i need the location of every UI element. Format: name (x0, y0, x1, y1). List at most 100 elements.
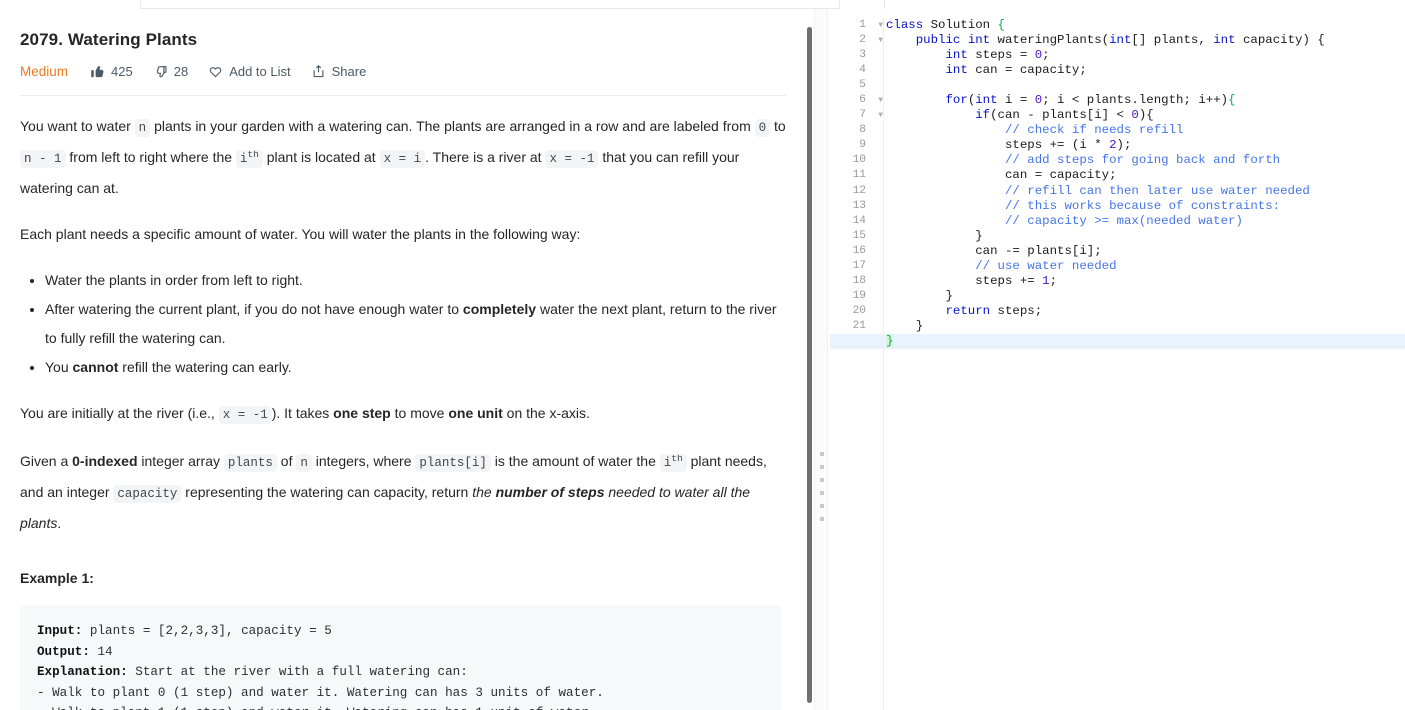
code-token: steps += (886, 273, 1043, 288)
line-number: 12 (852, 184, 866, 197)
code-line[interactable]: // check if needs refill (886, 123, 1405, 138)
code-line[interactable]: can -= plants[i]; (886, 244, 1405, 259)
panel-splitter[interactable] (814, 9, 828, 710)
like-button[interactable]: 425 (90, 64, 133, 79)
p4-text-5: is the amount of water the (490, 453, 660, 469)
bullet-1-text: Water the plants in order from left to r… (45, 272, 303, 288)
code-token: if (975, 108, 991, 123)
code-line[interactable]: for(int i = 0; i < plants.length; i++){ (886, 93, 1405, 108)
line-number: 13 (852, 199, 866, 212)
p4-code-1: plants (223, 454, 277, 472)
code-token: int (975, 93, 998, 108)
share-label: Share (331, 63, 367, 79)
statement-paragraph-2: Each plant needs a specific amount of wa… (20, 226, 581, 242)
code-token: // use water needed (975, 258, 1117, 273)
code-token: steps; (990, 303, 1043, 318)
p4-code-5: capacity (113, 485, 182, 503)
code-line[interactable]: if(can - plants[i] < 0){ (886, 108, 1405, 123)
code-line[interactable]: } (886, 229, 1405, 244)
code-token: } (886, 333, 894, 348)
line-number-gutter: 1▼2▼3456▼7▼8910111213141516171819202122 (830, 18, 883, 349)
code-line[interactable]: public int wateringPlants(int[] plants, … (886, 33, 1405, 48)
p1-code-4-sup: th (247, 148, 259, 160)
code-token: Solution (923, 18, 998, 32)
code-line[interactable]: ​ (886, 78, 1405, 93)
bullet-3-text-2: refill the watering can early. (118, 359, 292, 375)
code-line[interactable]: steps += (i * 2); (886, 138, 1405, 153)
line-number: 7 ▼ (830, 108, 883, 123)
code-token: class (886, 18, 924, 32)
code-token: can - plants[i] < (997, 108, 1132, 123)
p1-code-4: ith (235, 148, 263, 168)
code-line[interactable]: steps += 1; (886, 274, 1405, 289)
code-line[interactable]: } (886, 319, 1405, 334)
line-number: 4 (859, 64, 866, 77)
statement-paragraph-3: You are initially at the river (i.e., x … (20, 399, 790, 430)
code-line[interactable]: int can = capacity; (886, 63, 1405, 78)
code-token: { (1228, 93, 1236, 108)
p1-code-1: n (134, 119, 151, 137)
p3-text-4: on the x-axis. (502, 405, 590, 421)
tab-strip (0, 0, 1405, 9)
bullet-3-text-1: You (45, 359, 73, 375)
p4-text-8: . (57, 515, 62, 531)
add-to-list-button[interactable]: Add to List (208, 64, 291, 79)
dislike-button[interactable]: 28 (153, 64, 188, 79)
statement-paragraph-1: You want to water n plants in your garde… (20, 112, 790, 203)
code-line[interactable]: can = capacity; (886, 168, 1405, 183)
splitter-drag-handle[interactable] (820, 452, 824, 530)
p1-text-3: to (770, 118, 786, 134)
line-number: 6 ▼ (830, 93, 883, 108)
code-token: for (945, 93, 968, 108)
example-line-text: 14 (89, 644, 113, 659)
example-line-label: Explanation: (37, 665, 128, 680)
code-line[interactable]: // use water needed (886, 259, 1405, 274)
code-content[interactable]: class Solution { public int wateringPlan… (830, 18, 1405, 350)
code-token: { (997, 18, 1005, 32)
line-number: 10 (852, 154, 866, 167)
problem-statement: You want to water n plants in your garde… (20, 112, 790, 710)
example-heading: Example 1: (20, 570, 94, 586)
p1-code-5: x = i (379, 150, 426, 168)
tab-strip-right-tab[interactable] (884, 0, 1405, 9)
code-token: ; (1049, 273, 1058, 288)
gutter-separator (883, 18, 884, 710)
p3-text-1: You are initially at the river (i.e., (20, 405, 219, 421)
code-token: } (945, 288, 953, 303)
watering-rules-list: Water the plants in order from left to r… (20, 266, 790, 382)
code-editor[interactable]: 1▼2▼3456▼7▼8910111213141516171819202122 … (830, 9, 1405, 710)
code-line[interactable]: // add steps for going back and forth (886, 153, 1405, 168)
code-line[interactable]: // capacity >= max(needed water) (886, 214, 1405, 229)
line-number: 19 (852, 289, 866, 302)
bullet-2-text-1: After watering the current plant, if you… (45, 301, 463, 317)
line-number: 14 (852, 214, 866, 227)
code-line[interactable]: } (830, 333, 1405, 350)
difficulty-badge: Medium (20, 63, 69, 79)
code-line[interactable]: } (886, 289, 1405, 304)
code-line[interactable]: int steps = 0; (886, 48, 1405, 63)
p1-text-2: plants in your garden with a watering ca… (150, 118, 755, 134)
share-icon (311, 64, 326, 79)
statement-paragraph-4: Given a 0-indexed integer array plants o… (20, 447, 790, 538)
code-token: // this works because of constraints: (1004, 198, 1281, 213)
thumbs-down-icon (153, 64, 168, 79)
line-number: 21 (852, 319, 866, 332)
code-line[interactable]: // refill can then later use water neede… (886, 184, 1405, 199)
code-line[interactable]: class Solution { (886, 18, 1405, 33)
description-scrollbar[interactable] (807, 27, 812, 703)
code-line[interactable]: return steps; (886, 304, 1405, 319)
code-token: public (915, 33, 961, 48)
code-line[interactable]: // this works because of constraints: (886, 199, 1405, 214)
line-number: 11 (852, 169, 866, 182)
p4-code-3: plants[i] (415, 454, 491, 472)
code-token: { (1317, 33, 1325, 48)
p4-text-1: Given a (20, 453, 73, 469)
share-button[interactable]: Share (311, 63, 367, 79)
